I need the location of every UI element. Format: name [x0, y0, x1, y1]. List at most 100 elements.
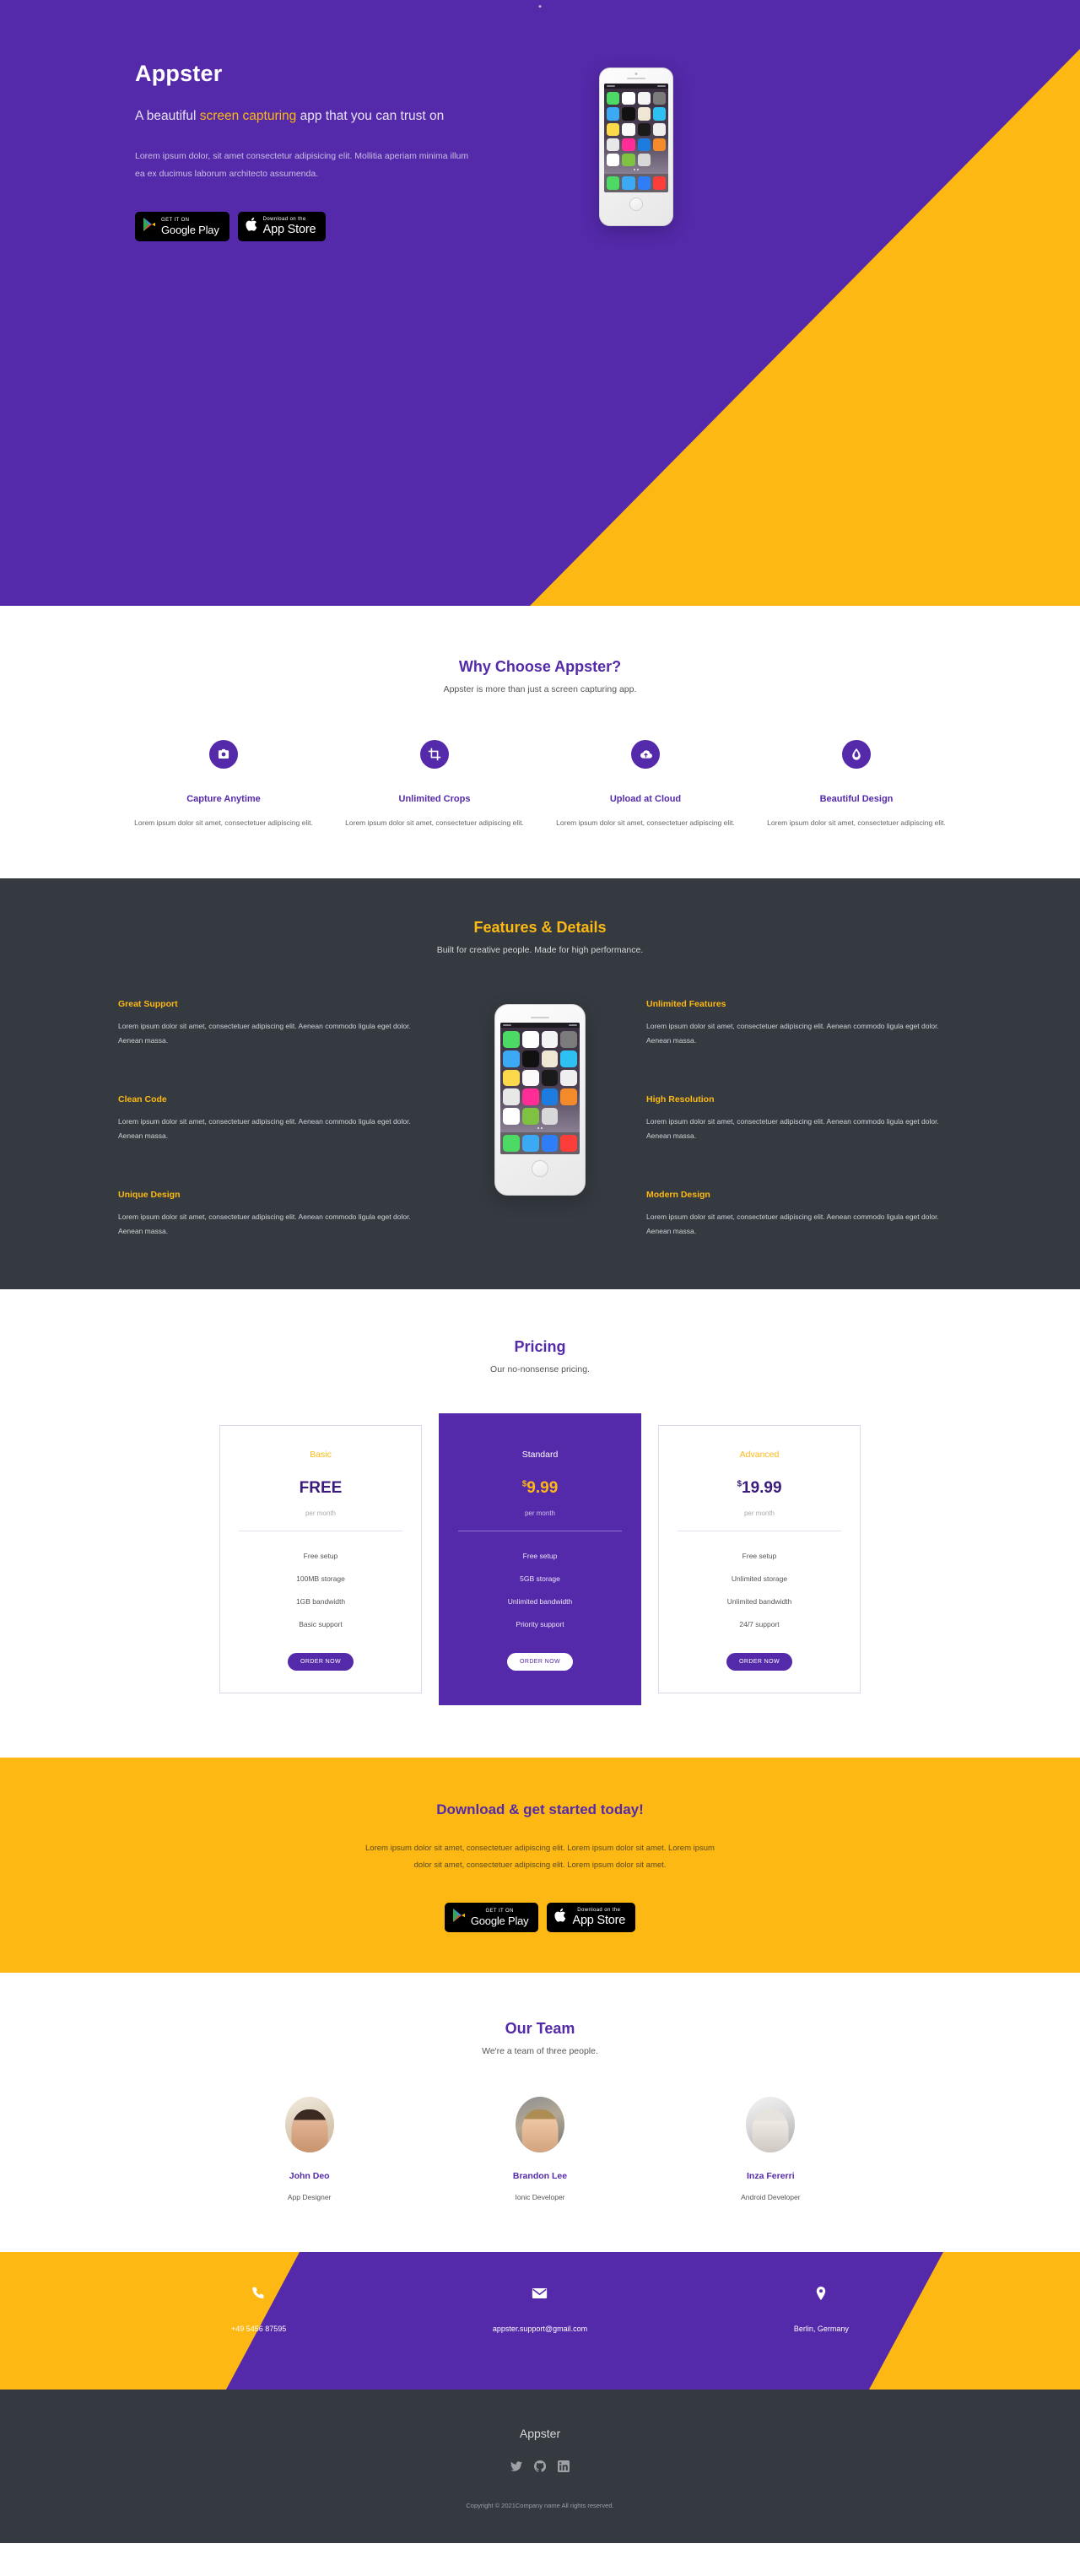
- phone-camera-icon: [634, 73, 638, 75]
- why-item-label: Capture Anytime: [186, 794, 261, 804]
- feature-heading: Unlimited Features: [646, 999, 726, 1010]
- iphone-mockup: [494, 5, 586, 1196]
- feature-text: Lorem ipsum dolor sit amet, consectetuer…: [646, 1117, 939, 1141]
- phone-home-button: [532, 1159, 548, 1177]
- github-icon[interactable]: [533, 2460, 547, 2476]
- linkedin-icon[interactable]: [558, 2460, 570, 2476]
- phone-dock: [500, 1131, 580, 1154]
- phone-page-dots: [607, 166, 666, 172]
- plan-name: Advanced: [739, 1450, 780, 1461]
- why-choose-section: Why Choose Appster? Appster is more than…: [0, 606, 1080, 879]
- hero-store-buttons: GET IT ON Google Play Download on the Ap…: [135, 211, 557, 241]
- features-section: Features & Details Built for creative pe…: [0, 5, 1080, 1290]
- team-members: John Deo App Designer Brandon Lee Ionic …: [194, 2097, 886, 2201]
- why-item-text: Lorem ipsum dolor sit amet, consectetuer…: [556, 818, 735, 827]
- app-store-label: App Store: [572, 1914, 626, 1928]
- order-now-button[interactable]: ORDER NOW: [726, 1653, 792, 1671]
- iphone-mockup: [599, 68, 673, 226]
- droplet-icon: [842, 740, 871, 769]
- phone-speaker: [531, 1017, 549, 1019]
- features-phone-mockup: [464, 5, 616, 1196]
- order-now-button[interactable]: ORDER NOW: [507, 1653, 573, 1671]
- features-grid: Great Support Lorem ipsum dolor sit amet…: [118, 5, 962, 1239]
- apple-icon: [246, 217, 258, 236]
- feature-heading: Modern Design: [646, 1190, 710, 1201]
- team-member-role: App Designer: [287, 2193, 332, 2202]
- why-feature-grid: Capture Anytime Lorem ipsum dolor sit am…: [118, 740, 962, 829]
- hero-brand-title: Appster: [135, 61, 223, 86]
- order-now-button[interactable]: ORDER NOW: [288, 1653, 354, 1671]
- twitter-icon[interactable]: [510, 2460, 522, 2476]
- team-member-role: Ionic Developer: [515, 2193, 565, 2202]
- why-item-label: Beautiful Design: [819, 794, 894, 804]
- pricing-cards: Basic FREE per month Free setup 100MB st…: [219, 1413, 861, 1706]
- camera-icon: [209, 740, 238, 769]
- hero-section: Appster A beautiful screen capturing app…: [0, 0, 1080, 606]
- plan-feature: Free setup: [303, 1552, 338, 1561]
- plan-feature: Free setup: [742, 1552, 777, 1561]
- team-member-name: Brandon Lee: [512, 2171, 568, 2182]
- plan-feature: Unlimited bandwidth: [507, 1597, 573, 1607]
- hero-description: Lorem ipsum dolor, sit amet consectetur …: [135, 150, 469, 179]
- phone-icon: [118, 2286, 399, 2303]
- pricing-card-basic: Basic FREE per month Free setup 100MB st…: [219, 1425, 422, 1694]
- phone-screen: [604, 84, 668, 192]
- team-member-john-deo: John Deo App Designer: [194, 2097, 424, 2201]
- feature-heading: Clean Code: [118, 1094, 167, 1105]
- contact-section: +49 5456 87595 appster.support@gmail.com…: [0, 2252, 1080, 2390]
- feature-clean-code: Clean Code Lorem ipsum dolor sit amet, c…: [118, 1094, 434, 1143]
- phone-dock: [604, 174, 668, 192]
- feature-text: Lorem ipsum dolor sit amet, consectetuer…: [646, 1212, 939, 1236]
- plan-feature: 1GB bandwidth: [295, 1597, 346, 1607]
- app-store-eyebrow: Download on the: [262, 216, 306, 222]
- app-store-button[interactable]: Download on the App Store: [547, 1903, 636, 1933]
- google-play-button[interactable]: GET IT ON Google Play: [135, 211, 230, 241]
- google-play-label: Google Play: [161, 223, 219, 236]
- feature-heading: Great Support: [118, 999, 178, 1010]
- footer-copyright: Copyright © 2021Company name All rights …: [466, 2502, 614, 2510]
- features-left-column: Great Support Lorem ipsum dolor sit amet…: [118, 999, 434, 1239]
- feature-text: Lorem ipsum dolor sit amet, consectetuer…: [118, 1212, 411, 1236]
- avatar: [746, 2097, 796, 2153]
- phone-wallpaper: [604, 89, 668, 175]
- feature-heading: Unique Design: [118, 1190, 181, 1201]
- hero-phone-mockup: [599, 68, 673, 226]
- contact-email-value: appster.support@gmail.com: [492, 2325, 588, 2334]
- app-store-label: App Store: [262, 222, 316, 236]
- contact-phone[interactable]: +49 5456 87595: [118, 2286, 399, 2333]
- why-item-text: Lorem ipsum dolor sit amet, consectetuer…: [134, 818, 313, 827]
- app-store-button[interactable]: Download on the App Store: [237, 211, 327, 241]
- team-section: Our Team We're a team of three people. J…: [0, 1973, 1080, 2253]
- hero-subtitle: A beautiful screen capturing app that yo…: [135, 105, 506, 127]
- contact-location[interactable]: Berlin, Germany: [681, 2286, 962, 2333]
- plan-period: per month: [524, 1509, 556, 1518]
- feature-unique-design: Unique Design Lorem ipsum dolor sit amet…: [118, 1190, 434, 1239]
- envelope-icon: [399, 2286, 680, 2303]
- hero-subtitle-highlight: screen capturing: [199, 109, 297, 123]
- pricing-subtitle: Our no-nonsense pricing.: [490, 1364, 590, 1375]
- feature-unlimited-features: Unlimited Features Lorem ipsum dolor sit…: [646, 999, 962, 1048]
- plan-price: FREE: [234, 1480, 408, 1496]
- google-play-label: Google Play: [470, 1914, 529, 1928]
- google-play-icon: [143, 217, 156, 236]
- plan-feature: Free setup: [522, 1552, 558, 1561]
- features-title: Features & Details: [473, 919, 607, 937]
- team-member-name: John Deo: [289, 2171, 330, 2182]
- cta-text: Lorem ipsum dolor sit amet, consectetuer…: [365, 1844, 715, 1871]
- plan-name: Standard: [521, 1450, 559, 1461]
- why-item-upload-at-cloud: Upload at Cloud Lorem ipsum dolor sit am…: [540, 740, 751, 829]
- google-play-button[interactable]: GET IT ON Google Play: [444, 1903, 539, 1933]
- plan-features: Free setup Unlimited storage Unlimited b…: [672, 1552, 846, 1628]
- feature-heading: High Resolution: [646, 1094, 715, 1105]
- footer-brand: Appster: [519, 2427, 561, 2441]
- feature-great-support: Great Support Lorem ipsum dolor sit amet…: [118, 999, 434, 1048]
- contact-email[interactable]: appster.support@gmail.com: [399, 2286, 680, 2333]
- cta-store-buttons: GET IT ON Google Play Download on the Ap…: [0, 1903, 1080, 1933]
- pricing-card-standard: Standard $9.99 per month Free setup 5GB …: [439, 1413, 641, 1706]
- plan-features: Free setup 100MB storage 1GB bandwidth B…: [234, 1552, 408, 1628]
- phone-app-grid: [607, 92, 666, 167]
- crop-icon: [420, 740, 449, 769]
- google-play-eyebrow: GET IT ON: [161, 217, 190, 223]
- phone-wallpaper: [500, 1028, 580, 1132]
- phone-home-button: [629, 197, 643, 211]
